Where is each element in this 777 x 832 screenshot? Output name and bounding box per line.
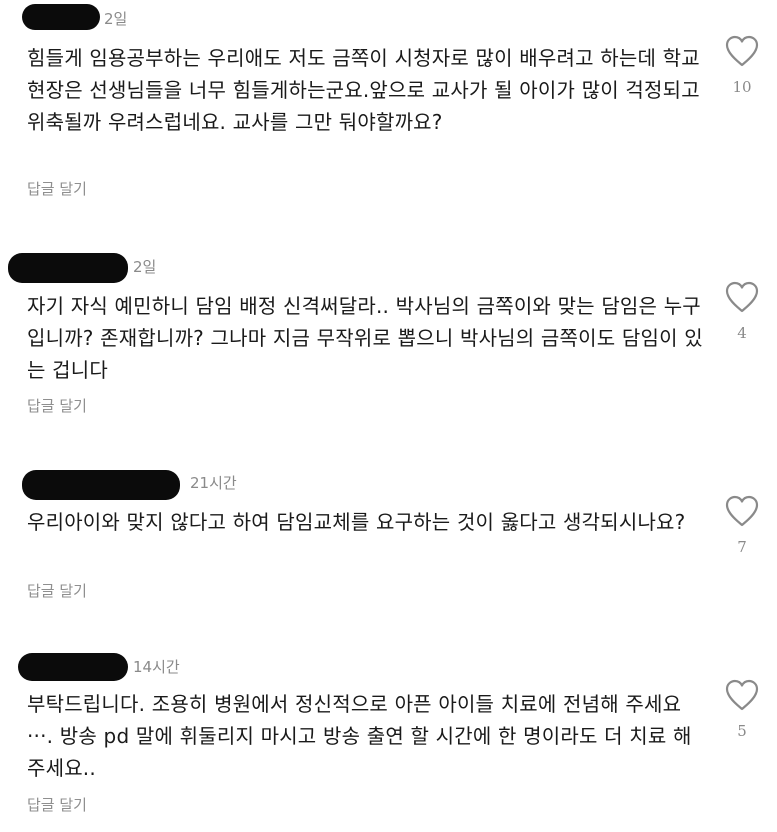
reply-button[interactable]: 답글 달기 [27,794,87,815]
comment-timestamp: 2일 [104,10,128,28]
comment-text: 힘들게 임용공부하는 우리애도 저도 금쪽이 시청자로 많이 배우려고 하는데 … [27,46,700,134]
like-button[interactable]: 7 [718,494,766,556]
heart-outline-icon [725,281,759,313]
like-button[interactable]: 4 [718,280,766,342]
comment-text: 우리아이와 맞지 않다고 하여 담임교체를 요구하는 것이 옳다고 생각되시나요… [27,510,686,534]
comment-timestamp: 14시간 [133,658,180,676]
heart-outline-icon [725,495,759,527]
redacted-username [22,470,180,500]
like-button[interactable]: 10 [718,34,766,96]
reply-button[interactable]: 답글 달기 [27,580,87,601]
like-button[interactable]: 5 [718,678,766,740]
redacted-username [18,653,128,681]
redacted-username [22,4,100,30]
redacted-username [8,253,128,283]
like-count: 7 [737,538,747,556]
reply-button[interactable]: 답글 달기 [27,395,87,416]
like-count: 4 [737,324,747,342]
comment-timestamp: 21시간 [190,474,237,492]
reply-button[interactable]: 답글 달기 [27,178,87,199]
comment-text: 부탁드립니다. 조용히 병원에서 정신적으로 아픈 아이들 치료에 전념해 주세… [27,692,692,780]
heart-outline-icon [725,35,759,67]
like-count: 5 [737,722,747,740]
heart-outline-icon [725,679,759,711]
comment-text: 자기 자식 예민하니 담임 배정 신격써달라.. 박사님의 금쪽이와 맞는 담임… [27,294,703,382]
like-count: 10 [732,78,752,96]
comment-timestamp: 2일 [133,258,157,276]
